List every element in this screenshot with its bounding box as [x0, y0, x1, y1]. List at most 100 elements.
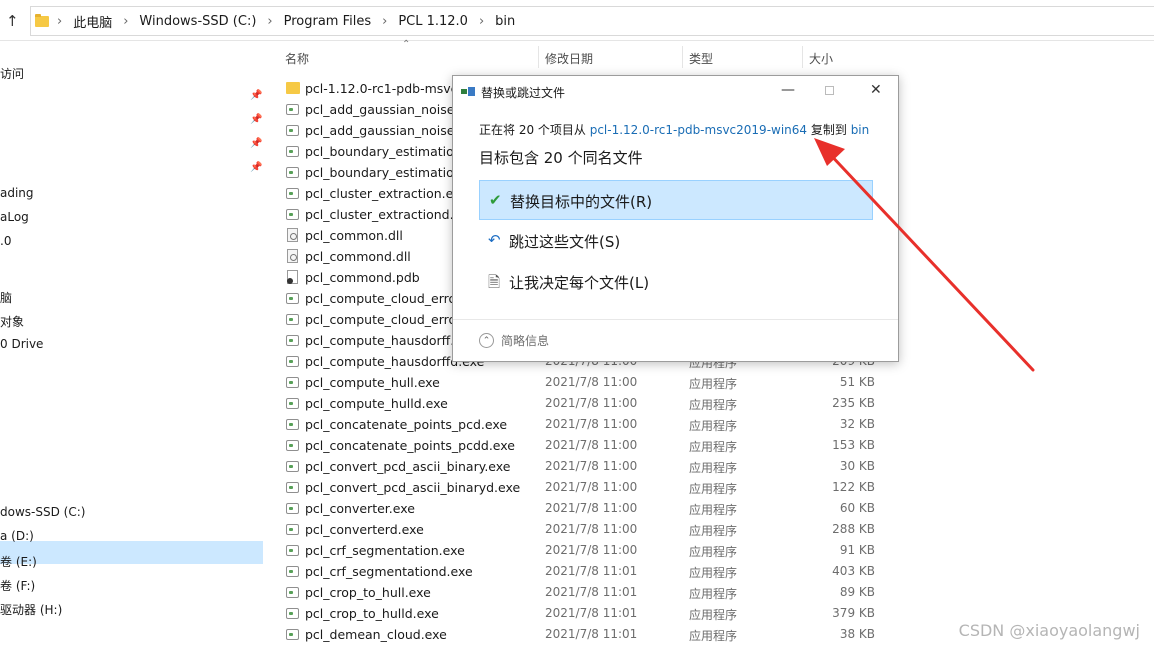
- exe-file-icon: [286, 104, 299, 115]
- file-date: 2021/7/8 11:00: [545, 480, 638, 494]
- chevron-right-icon[interactable]: ›: [479, 14, 484, 29]
- file-row[interactable]: pcl_convert_pcd_ascii_binary.exe 2021/7/8…: [0, 456, 900, 477]
- option-label: 跳过这些文件(S): [509, 233, 621, 251]
- file-name: pcl_concatenate_points_pcdd.exe: [305, 438, 515, 453]
- file-row[interactable]: pcl_crf_segmentationd.exe 2021/7/8 11:01 应…: [0, 561, 900, 582]
- file-size: 91 KB: [839, 543, 875, 557]
- file-date: 2021/7/8 11:01: [545, 627, 638, 641]
- file-size: 38 KB: [839, 627, 875, 641]
- file-name: pcl_cluster_extraction.exe: [305, 186, 468, 201]
- file-row[interactable]: pcl_converterd.exe 2021/7/8 11:00 应用程序 288 …: [0, 519, 900, 540]
- file-row[interactable]: pcl_converter.exe 2021/7/8 11:00 应用程序 60 KB: [0, 498, 900, 519]
- crumb-program-files[interactable]: Program Files: [284, 14, 372, 29]
- file-date: 2021/7/8 11:00: [545, 501, 638, 515]
- exe-file-icon: [286, 314, 299, 325]
- file-name: pcl_crf_segmentation.exe: [305, 543, 465, 558]
- column-divider[interactable]: [682, 46, 683, 68]
- watermark: CSDN @xiaoyaolangwj: [958, 621, 1140, 640]
- file-type: 应用程序: [689, 461, 738, 475]
- decide-each-file-option[interactable]: 🗎 让我决定每个文件(L): [479, 262, 873, 302]
- file-date: 2021/7/8 11:00: [545, 375, 638, 389]
- exe-file-icon: [286, 545, 299, 556]
- file-name: pcl_convert_pcd_ascii_binaryd.exe: [305, 480, 521, 495]
- file-row[interactable]: pcl_demean_cloud.exe 2021/7/8 11:01 应用程序 38…: [0, 624, 900, 645]
- file-row[interactable]: pcl_crop_to_hulld.exe 2021/7/8 11:01 应用程序 3…: [0, 603, 900, 624]
- exe-file-icon: [286, 335, 299, 346]
- chevron-up-icon: ⌃: [479, 333, 494, 348]
- target-folder-link[interactable]: bin: [851, 123, 870, 137]
- column-header-size[interactable]: 大小: [809, 50, 833, 67]
- file-name: pcl_common.dll: [305, 228, 403, 243]
- exe-file-icon: [286, 482, 299, 493]
- folder-icon: [286, 82, 300, 94]
- exe-file-icon: [286, 125, 299, 136]
- file-row[interactable]: pcl_crf_segmentation.exe 2021/7/8 11:00 应用…: [0, 540, 900, 561]
- pdb-file-icon: [287, 270, 298, 284]
- decide-file-icon: 🗎: [488, 273, 501, 291]
- check-icon: ✔: [489, 191, 502, 209]
- file-row[interactable]: pcl_concatenate_points_pcd.exe 2021/7/8 1…: [0, 414, 900, 435]
- file-type: 应用程序: [689, 587, 738, 601]
- exe-file-icon: [286, 209, 299, 220]
- file-name: pcl_converterd.exe: [305, 522, 424, 537]
- exe-file-icon: [286, 503, 299, 514]
- dialog-divider: [453, 319, 898, 320]
- chevron-right-icon[interactable]: ›: [57, 14, 62, 29]
- file-type: 应用程序: [689, 608, 738, 622]
- column-header-name[interactable]: 名称: [285, 50, 309, 67]
- folder-icon: [35, 13, 49, 27]
- fewer-details-toggle[interactable]: ⌃ 简略信息: [479, 332, 549, 349]
- crumb-bin[interactable]: bin: [495, 14, 515, 29]
- file-name: pcl_cluster_extractiond.exe: [305, 207, 476, 222]
- crumb-pcl[interactable]: PCL 1.12.0: [398, 14, 468, 29]
- exe-file-icon: [286, 461, 299, 472]
- file-size: 32 KB: [839, 417, 875, 431]
- file-type: 应用程序: [689, 524, 738, 538]
- file-row[interactable]: pcl_convert_pcd_ascii_binaryd.exe 2021/7/…: [0, 477, 900, 498]
- file-size: 89 KB: [839, 585, 875, 599]
- destination-message: 目标包含 20 个同名文件: [479, 149, 643, 167]
- file-size: 122 KB: [832, 480, 875, 494]
- source-folder-link[interactable]: pcl-1.12.0-rc1-pdb-msvc2019-win64: [590, 123, 807, 137]
- minimize-button[interactable]: —: [781, 82, 795, 98]
- exe-file-icon: [286, 587, 299, 598]
- exe-file-icon: [286, 377, 299, 388]
- chevron-right-icon[interactable]: ›: [267, 14, 272, 29]
- column-header-type[interactable]: 类型: [689, 50, 713, 67]
- column-divider[interactable]: [802, 46, 803, 68]
- file-row[interactable]: pcl_compute_hulld.exe 2021/7/8 11:00 应用程序 2…: [0, 393, 900, 414]
- close-button[interactable]: ✕: [870, 82, 882, 98]
- chevron-right-icon[interactable]: ›: [382, 14, 387, 29]
- replace-files-option[interactable]: ✔ 替换目标中的文件(R): [479, 180, 873, 220]
- address-bar: ↑ › 此电脑 › Windows-SSD (C:) › Program Fil…: [0, 0, 1154, 41]
- file-name: pcl_convert_pcd_ascii_binary.exe: [305, 459, 511, 474]
- file-date: 2021/7/8 11:00: [545, 396, 638, 410]
- skip-files-option[interactable]: ↶ 跳过这些文件(S): [479, 221, 873, 261]
- file-row[interactable]: pcl_crop_to_hull.exe 2021/7/8 11:01 应用程序 89…: [0, 582, 900, 603]
- breadcrumb[interactable]: › 此电脑 › Windows-SSD (C:) › Program Files…: [30, 6, 1154, 36]
- file-size: 60 KB: [839, 501, 875, 515]
- file-row[interactable]: pcl_concatenate_points_pcdd.exe 2021/7/8 …: [0, 435, 900, 456]
- up-arrow-icon[interactable]: ↑: [6, 12, 19, 30]
- column-header-date[interactable]: 修改日期: [545, 50, 593, 67]
- file-date: 2021/7/8 11:01: [545, 564, 638, 578]
- dll-file-icon: [287, 249, 298, 263]
- skip-arrow-icon: ↶: [488, 231, 501, 249]
- file-name: pcl_crf_segmentationd.exe: [305, 564, 473, 579]
- file-date: 2021/7/8 11:01: [545, 585, 638, 599]
- file-row[interactable]: pcl_compute_hull.exe 2021/7/8 11:00 应用程序 51…: [0, 372, 900, 393]
- copy-prefix-text: 正在将 20 个项目从: [479, 123, 590, 137]
- option-label: 替换目标中的文件(R): [510, 193, 653, 211]
- file-size: 153 KB: [832, 438, 875, 452]
- file-date: 2021/7/8 11:00: [545, 459, 638, 473]
- chevron-right-icon[interactable]: ›: [123, 14, 128, 29]
- exe-file-icon: [286, 629, 299, 640]
- dll-file-icon: [287, 228, 298, 242]
- crumb-drive[interactable]: Windows-SSD (C:): [139, 14, 256, 29]
- file-size: 51 KB: [839, 375, 875, 389]
- sort-up-icon: ⌃: [402, 39, 411, 50]
- file-name: pcl_compute_hausdorff.exe: [305, 333, 477, 348]
- column-divider[interactable]: [538, 46, 539, 68]
- dialog-title: 替换或跳过文件: [481, 86, 566, 100]
- crumb-this-pc[interactable]: 此电脑: [73, 12, 112, 31]
